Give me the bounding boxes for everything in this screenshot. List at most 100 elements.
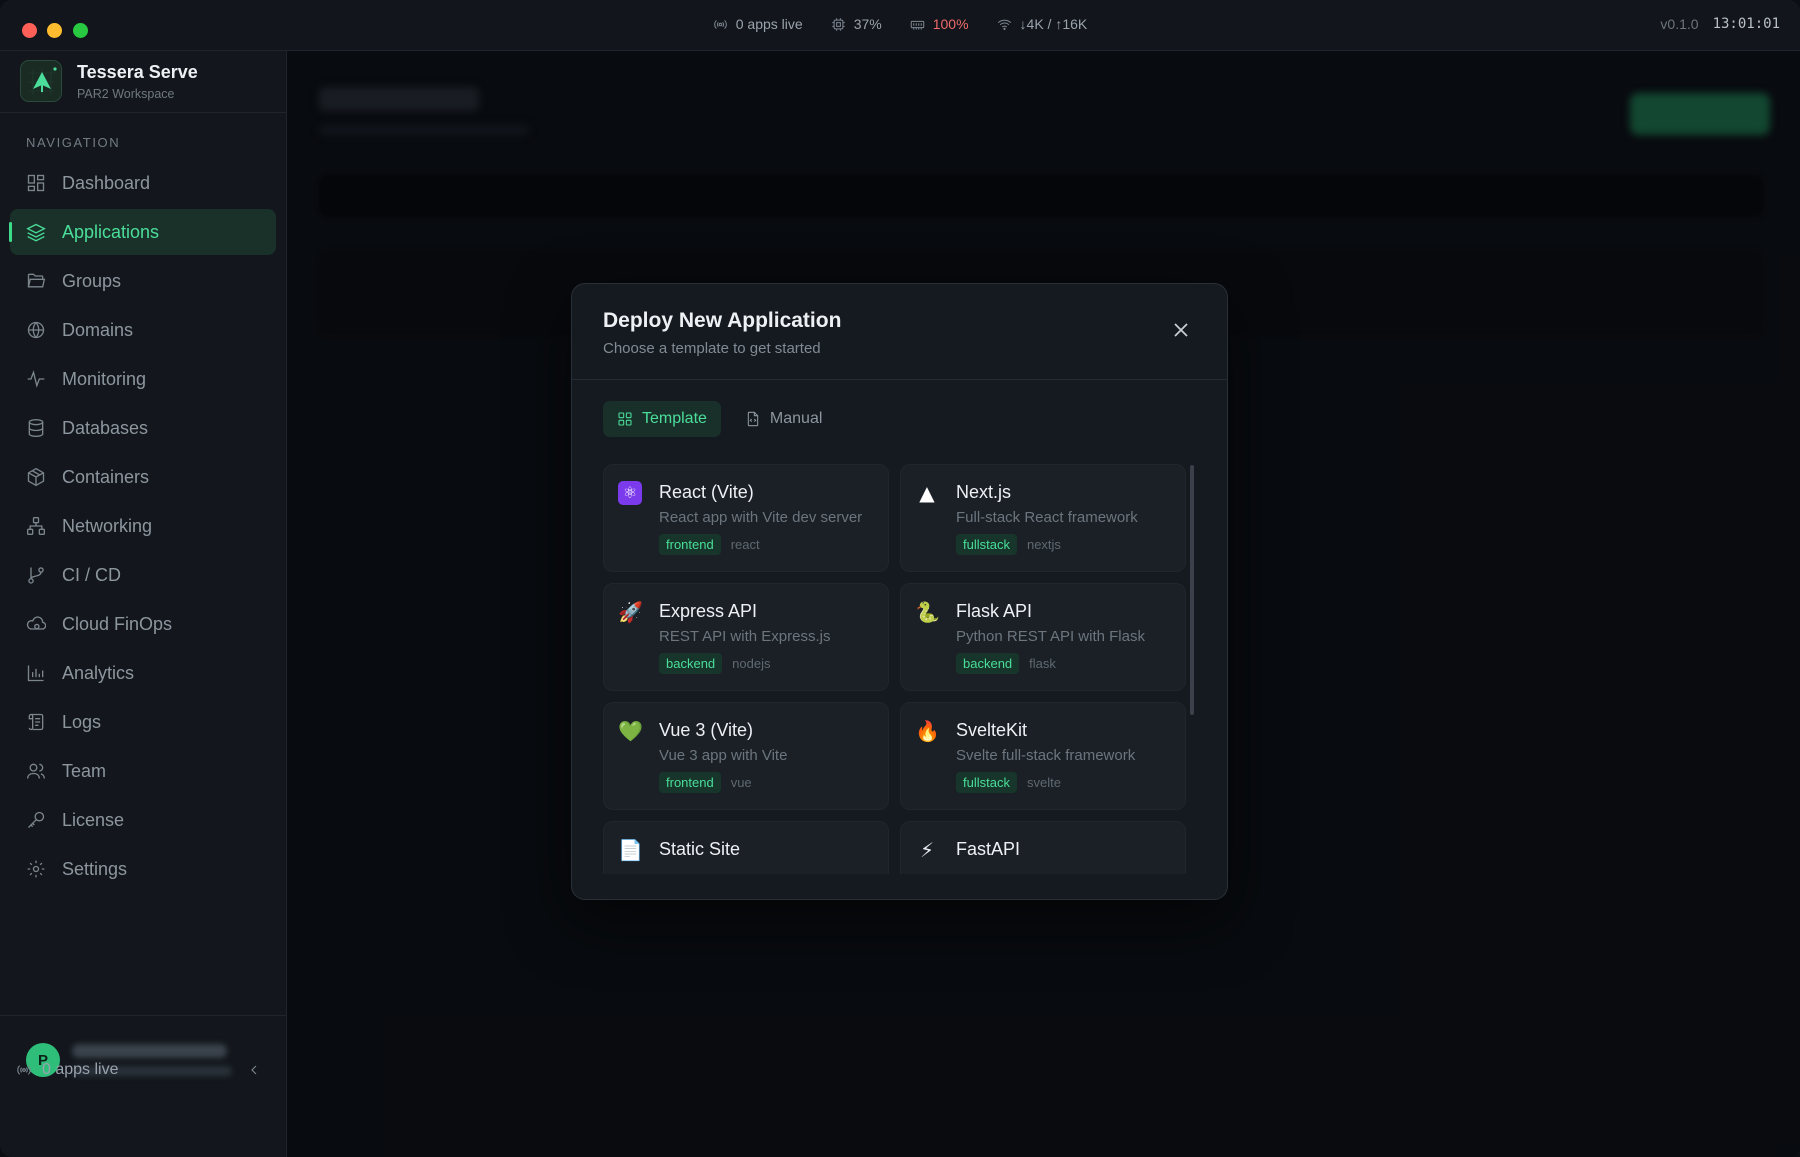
template-name: Flask API xyxy=(956,601,1033,621)
apps-live-stat: 0 apps live xyxy=(713,16,803,32)
template-category-badge: fullstack xyxy=(956,534,1017,555)
template-slug: react xyxy=(730,537,760,552)
sidebar-item-domains[interactable]: Domains xyxy=(10,307,276,353)
template-description: REST API with Express.js xyxy=(659,628,831,645)
app-window: 0 apps live 37% 100% ↓4K / ↑16K v0.1.0 1… xyxy=(0,0,1800,1157)
tab-manual[interactable]: Manual xyxy=(731,401,836,437)
sidebar-item-databases[interactable]: Databases xyxy=(10,405,276,451)
cpu-icon xyxy=(831,17,845,31)
sidebar-item-label: Domains xyxy=(62,319,134,340)
modal-title: Deploy New Application xyxy=(603,309,842,332)
version-clock: v0.1.0 13:01:01 xyxy=(1660,16,1780,32)
template-description: React app with Vite dev server xyxy=(659,509,863,526)
sidebar-item-settings[interactable]: Settings xyxy=(10,846,276,892)
close-icon xyxy=(1174,323,1188,337)
snake-icon: 🐍 xyxy=(915,600,940,624)
users-icon xyxy=(27,763,45,779)
template-card-express-api[interactable]: 🚀 Express API REST API with Express.js b… xyxy=(603,583,889,691)
sidebar-item-label: Monitoring xyxy=(62,368,147,389)
sidebar-item-applications[interactable]: Applications xyxy=(9,209,276,255)
sidebar-item-team[interactable]: Team xyxy=(10,748,276,794)
collapse-sidebar-button[interactable] xyxy=(246,1062,262,1078)
rocket-icon: 🚀 xyxy=(618,600,643,624)
wifi-icon xyxy=(997,19,1011,30)
sidebar-item-dashboard[interactable]: Dashboard xyxy=(10,160,276,206)
fire-icon: 🔥 xyxy=(915,719,940,743)
sidebar-item-networking[interactable]: Networking xyxy=(10,503,276,549)
template-list: ⚛ React (Vite) React app with Vite dev s… xyxy=(603,464,1195,874)
template-tags: fullstack nextjs xyxy=(956,534,1171,555)
template-card-fastapi[interactable]: ⚡ FastAPI xyxy=(900,821,1186,874)
memory-icon xyxy=(910,20,924,29)
template-card-nextjs[interactable]: ▲ Next.js Full-stack React framework ful… xyxy=(900,464,1186,572)
sidebar-item-monitoring[interactable]: Monitoring xyxy=(10,356,276,402)
sidebar-item-label: Dashboard xyxy=(62,172,151,193)
sidebar-item-containers[interactable]: Containers xyxy=(10,454,276,500)
gear-icon xyxy=(27,860,45,878)
globe-icon xyxy=(27,321,45,339)
modal-header: Deploy New Application Choose a template… xyxy=(572,284,1227,380)
template-slug: nodejs xyxy=(732,656,771,671)
sidebar-item-label: Cloud FinOps xyxy=(62,613,173,634)
deploy-modal: Deploy New Application Choose a template… xyxy=(571,283,1228,900)
folder-icon xyxy=(27,273,46,288)
document-icon: 📄 xyxy=(618,838,643,862)
broadcast-icon xyxy=(714,19,727,29)
template-tags: backend nodejs xyxy=(659,653,874,674)
sidebar-item-label: License xyxy=(62,809,125,830)
network-stat: ↓4K / ↑16K xyxy=(997,16,1088,32)
template-card-vue3-vite[interactable]: 💚 Vue 3 (Vite) Vue 3 app with Vite front… xyxy=(603,702,889,810)
template-name: React (Vite) xyxy=(659,482,754,502)
template-category-badge: backend xyxy=(659,653,723,674)
activity-icon xyxy=(27,370,45,388)
template-slug: svelte xyxy=(1026,775,1061,790)
template-list-scrollbar[interactable] xyxy=(1190,465,1194,715)
version-label: v0.1.0 xyxy=(1660,16,1699,32)
template-name: Express API xyxy=(659,601,758,621)
react-atom-icon: ⚛ xyxy=(618,481,642,505)
close-modal-button[interactable] xyxy=(1171,320,1191,340)
box-icon xyxy=(27,467,45,487)
sidebar-item-label: Networking xyxy=(62,515,153,536)
cpu-value: 37% xyxy=(853,16,882,32)
sidebar-item-logs[interactable]: Logs xyxy=(10,699,276,745)
bar-chart-icon xyxy=(27,665,44,682)
tab-template[interactable]: Template xyxy=(603,401,721,437)
brand-name: Tessera Serve xyxy=(77,62,198,82)
template-category-badge: frontend xyxy=(659,772,721,793)
template-category-badge: backend xyxy=(956,653,1020,674)
template-category-badge: frontend xyxy=(659,534,721,555)
template-slug: vue xyxy=(730,775,752,790)
sidebar-item-analytics[interactable]: Analytics xyxy=(10,650,276,696)
sidebar-item-ci-cd[interactable]: CI / CD xyxy=(10,552,276,598)
brand-header[interactable]: Tessera Serve PAR2 Workspace xyxy=(0,51,286,113)
template-description: Full-stack React framework xyxy=(956,509,1138,526)
cloud-icon xyxy=(26,616,46,630)
footer-apps-live: 0 apps live xyxy=(42,1061,119,1078)
network-value: ↓4K / ↑16K xyxy=(1019,16,1088,32)
memory-stat: 100% xyxy=(910,16,969,32)
key-icon xyxy=(28,811,45,828)
template-description: Vue 3 app with Vite xyxy=(659,747,788,764)
template-name: SvelteKit xyxy=(956,720,1028,740)
sidebar-item-cloud-finops[interactable]: Cloud FinOps xyxy=(10,601,276,647)
chevron-left-icon xyxy=(251,1065,257,1075)
template-card-flask-api[interactable]: 🐍 Flask API Python REST API with Flask b… xyxy=(900,583,1186,691)
sidebar-item-label: Logs xyxy=(62,711,102,732)
template-card-static-site[interactable]: 📄 Static Site xyxy=(603,821,889,874)
template-card-react-vite[interactable]: ⚛ React (Vite) React app with Vite dev s… xyxy=(603,464,889,572)
sidebar-item-license[interactable]: License xyxy=(10,797,276,843)
template-tags: frontend react xyxy=(659,534,874,555)
memory-value: 100% xyxy=(932,16,969,32)
user-name-redacted xyxy=(72,1044,227,1058)
sidebar-item-label: Team xyxy=(62,760,107,781)
template-tags: backend flask xyxy=(956,653,1171,674)
template-card-sveltekit[interactable]: 🔥 SvelteKit Svelte full-stack framework … xyxy=(900,702,1186,810)
template-description: Svelte full-stack framework xyxy=(956,747,1136,764)
sidebar-item-label: Databases xyxy=(62,417,149,438)
sidebar-item-groups[interactable]: Groups xyxy=(10,258,276,304)
file-code-icon xyxy=(747,411,759,427)
template-slug: nextjs xyxy=(1026,537,1061,552)
template-tags: frontend vue xyxy=(659,772,874,793)
clock-label: 13:01:01 xyxy=(1712,16,1780,32)
